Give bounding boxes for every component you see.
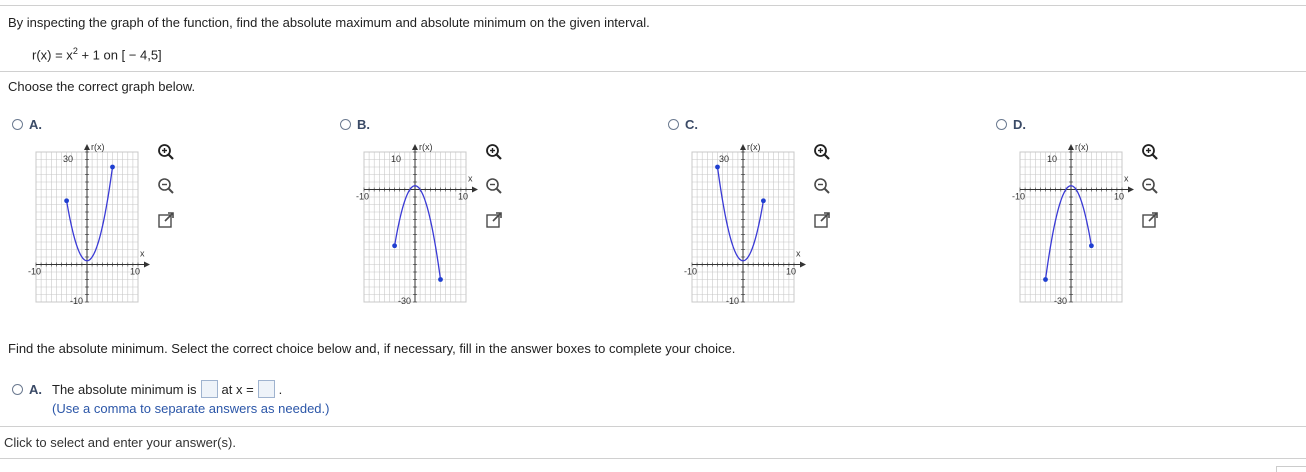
y-bottom-tick-label: -30 (1054, 296, 1067, 305)
y-axis-label: r(x) (747, 142, 761, 152)
open-new-window-icon[interactable] (485, 211, 503, 229)
x-value-input[interactable] (257, 380, 275, 398)
answer-hint: (Use a comma to separate answers as need… (52, 401, 330, 416)
answer-text-middle: at x = (221, 381, 254, 397)
x-axis-label: x (796, 249, 801, 259)
x-max-tick-label: 10 (786, 267, 796, 277)
y-axis-arrow (1068, 144, 1074, 150)
question-instruction: By inspecting the graph of the function,… (8, 15, 650, 30)
x-axis-arrow (472, 186, 478, 193)
y-top-tick-label: 10 (391, 154, 401, 164)
y-bottom-tick-label: -10 (70, 296, 83, 305)
zoom-out-icon[interactable] (485, 177, 503, 195)
zoom-in-icon[interactable] (485, 143, 503, 161)
x-min-tick-label: -10 (356, 192, 369, 202)
option-c-label: C. (685, 117, 698, 132)
endpoint-marker (392, 243, 397, 249)
answer-text-before: The absolute minimum is (52, 381, 197, 397)
x-axis-label: x (468, 174, 473, 184)
y-axis-arrow (412, 144, 418, 150)
radio-c[interactable] (668, 119, 679, 130)
endpoint-marker (761, 198, 766, 204)
y-top-tick-label: 30 (719, 154, 729, 164)
x-max-tick-label: 10 (458, 192, 468, 202)
radio-b[interactable] (340, 119, 351, 130)
graph-a[interactable]: r(x) x -10 10 30 -10 (26, 140, 156, 305)
function-definition: r(x) = x2 + 1 on [ − 4,5] (32, 46, 162, 62)
y-top-tick-label: 10 (1047, 154, 1057, 164)
answer-option-a[interactable]: A. The absolute minimum is at x = . (12, 380, 282, 398)
option-d[interactable]: D. (996, 117, 1026, 132)
y-axis-label: r(x) (1075, 142, 1089, 152)
graph-b[interactable]: r(x) x -10 10 10 -30 (354, 140, 484, 305)
x-axis-label: x (140, 249, 145, 259)
function-rhs: + 1 on [ − 4,5] (77, 47, 162, 63)
radio-d[interactable] (996, 119, 1007, 130)
top-divider (0, 5, 1306, 6)
option-a-label: A. (29, 117, 42, 132)
bottom-divider (0, 458, 1306, 459)
zoom-in-icon[interactable] (813, 143, 831, 161)
answer-text-after: . (278, 381, 283, 397)
scroll-corner (1276, 466, 1306, 472)
answer-prompt: Find the absolute minimum. Select the co… (8, 341, 736, 356)
open-new-window-icon[interactable] (1141, 211, 1159, 229)
x-axis-arrow (800, 261, 806, 268)
zoom-in-icon[interactable] (157, 143, 175, 161)
x-min-tick-label: -10 (28, 267, 41, 277)
status-text: Click to select and enter your answer(s)… (4, 435, 236, 450)
answer-radio-a[interactable] (12, 383, 23, 395)
zoom-out-icon[interactable] (1141, 177, 1159, 195)
zoom-out-icon[interactable] (813, 177, 831, 195)
radio-a[interactable] (12, 119, 23, 130)
status-divider (0, 426, 1306, 427)
endpoint-marker (438, 277, 443, 282)
x-axis-label: x (1124, 174, 1129, 184)
choose-prompt: Choose the correct graph below. (8, 79, 196, 94)
graph-c[interactable]: r(x) x -10 10 30 -10 (682, 140, 812, 305)
x-min-tick-label: -10 (684, 267, 697, 277)
graph-a-tools (157, 143, 175, 229)
option-a[interactable]: A. (12, 117, 42, 132)
zoom-in-icon[interactable] (1141, 143, 1159, 161)
x-axis-arrow (1128, 186, 1134, 193)
zoom-out-icon[interactable] (157, 177, 175, 195)
question-divider (0, 71, 1306, 72)
graph-c-tools (813, 143, 831, 229)
endpoint-marker (1043, 277, 1048, 282)
y-axis-arrow (740, 144, 746, 150)
x-axis-arrow (144, 261, 150, 268)
open-new-window-icon[interactable] (813, 211, 831, 229)
y-axis-label: r(x) (91, 142, 105, 152)
absolute-minimum-input[interactable] (200, 380, 218, 398)
option-b-label: B. (357, 117, 370, 132)
y-bottom-tick-label: -10 (726, 296, 739, 305)
y-bottom-tick-label: -30 (398, 296, 411, 305)
answer-option-letter: A. (29, 381, 42, 397)
x-min-tick-label: -10 (1012, 192, 1025, 202)
graph-d-tools (1141, 143, 1159, 229)
endpoint-marker (64, 198, 69, 204)
function-lhs: r(x) = x (32, 47, 73, 63)
option-c[interactable]: C. (668, 117, 698, 132)
y-top-tick-label: 30 (63, 154, 73, 164)
graph-d[interactable]: r(x) x -10 10 10 -30 (1010, 140, 1140, 305)
x-max-tick-label: 10 (1114, 192, 1124, 202)
graph-b-tools (485, 143, 503, 229)
option-d-label: D. (1013, 117, 1026, 132)
endpoint-marker (715, 164, 720, 170)
x-max-tick-label: 10 (130, 267, 140, 277)
y-axis-label: r(x) (419, 142, 433, 152)
option-b[interactable]: B. (340, 117, 370, 132)
endpoint-marker (110, 164, 115, 170)
open-new-window-icon[interactable] (157, 211, 175, 229)
y-axis-arrow (84, 144, 90, 150)
endpoint-marker (1089, 243, 1094, 249)
